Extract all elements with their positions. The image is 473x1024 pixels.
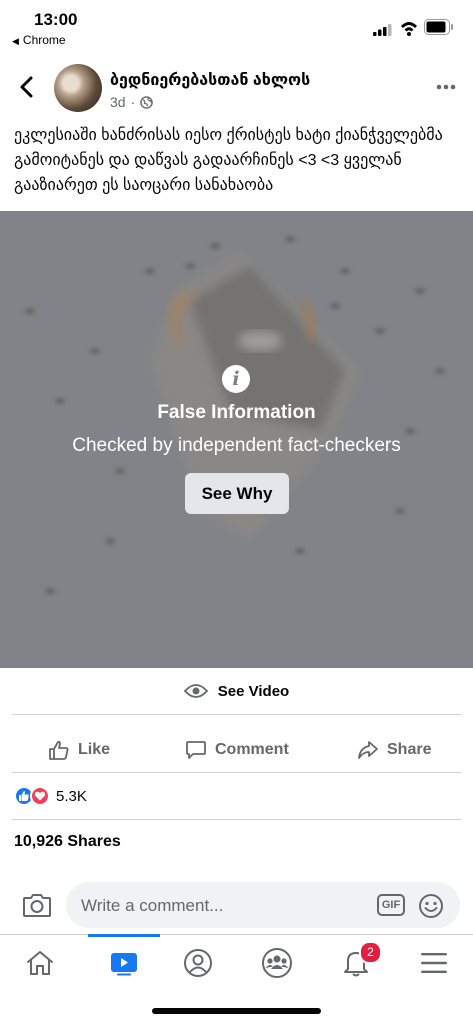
video-thumbnail[interactable]: i False Information Checked by independe… (0, 211, 473, 668)
shares-count[interactable]: 10,926 Shares (14, 833, 121, 851)
post-header: ბედნიერებასთან ახლოს 3d · (0, 60, 473, 120)
share-button[interactable]: Share (357, 727, 431, 773)
gif-button[interactable]: GIF (377, 894, 405, 916)
status-time: 13:00 (34, 10, 78, 29)
eye-icon (183, 684, 208, 698)
info-icon: i (222, 365, 250, 393)
tab-groups[interactable] (247, 935, 307, 991)
like-label: Like (78, 741, 111, 758)
tab-video[interactable] (88, 934, 160, 991)
wifi-icon (401, 22, 417, 36)
like-button[interactable]: Like (48, 727, 110, 773)
back-to-app-link[interactable]: ◀ Chrome (12, 33, 66, 47)
back-app-label: Chrome (22, 33, 66, 47)
post-actions: Like Comment Share (0, 727, 473, 773)
comment-bar: Write a comment... GIF (0, 879, 473, 933)
share-label: Share (387, 741, 432, 758)
globe-icon (140, 95, 154, 109)
comment-button[interactable]: Comment (185, 727, 289, 773)
hamburger-menu-icon (421, 953, 447, 973)
false-information-title: False Information (157, 402, 316, 423)
fact-check-subtitle: Checked by independent fact-checkers (72, 435, 401, 456)
divider (12, 772, 461, 773)
active-tab-indicator (88, 934, 160, 937)
post-time[interactable]: 3d (110, 94, 126, 110)
status-bar: 13:00 ◀ Chrome (0, 0, 473, 50)
love-reaction-icon (30, 786, 50, 806)
bottom-tab-bar: 2 (0, 934, 473, 990)
see-video-button[interactable]: See Video (0, 668, 473, 714)
comment-label: Comment (215, 741, 289, 758)
camera-icon[interactable] (22, 892, 52, 918)
reactions-summary[interactable]: 5.3K (14, 784, 87, 808)
divider (12, 714, 461, 715)
meta-separator: · (130, 94, 136, 110)
notification-badge: 2 (359, 941, 382, 964)
tab-profile[interactable] (168, 935, 228, 991)
tab-menu[interactable] (404, 935, 464, 991)
thumbs-up-icon (49, 740, 69, 760)
home-indicator (152, 1008, 321, 1014)
divider (12, 819, 461, 820)
comment-placeholder: Write a comment... (81, 896, 224, 915)
battery-icon (424, 19, 453, 35)
fact-check-overlay: i False Information Checked by independe… (0, 211, 473, 668)
back-arrow-icon[interactable] (18, 76, 36, 98)
post-meta: 3d · (110, 94, 154, 110)
back-triangle-icon: ◀ (12, 36, 19, 46)
see-video-label: See Video (217, 682, 290, 700)
see-why-button[interactable]: See Why (185, 473, 289, 514)
emoji-icon[interactable] (418, 893, 444, 919)
home-icon (27, 951, 53, 975)
video-play-icon (111, 953, 137, 976)
profile-icon (184, 949, 212, 977)
reaction-count: 5.3K (56, 787, 87, 805)
tab-home[interactable] (10, 935, 70, 991)
share-arrow-icon (358, 741, 378, 759)
author-avatar[interactable] (54, 64, 102, 112)
comment-input[interactable]: Write a comment... GIF (66, 882, 460, 928)
author-name[interactable]: ბედნიერებასთან ახლოს (110, 70, 310, 90)
post-caption: ეკლესიაში ხანძრისას იესო ქრისტეს ხატი ქი… (14, 127, 443, 194)
comment-bubble-icon (186, 741, 206, 759)
cellular-signal-icon (373, 24, 392, 36)
tab-notifications[interactable]: 2 (326, 935, 386, 991)
groups-icon (262, 948, 292, 978)
more-options-icon[interactable] (436, 84, 456, 90)
